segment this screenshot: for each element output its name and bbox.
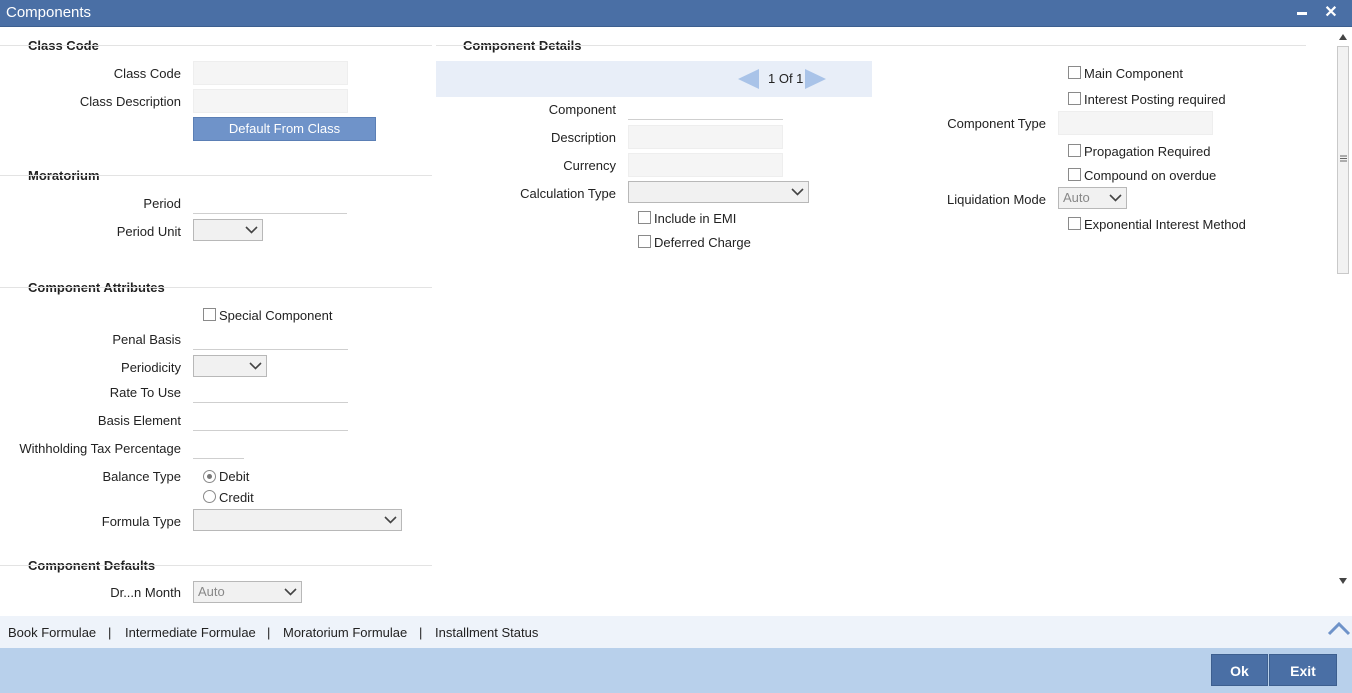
period-unit-select[interactable] (193, 219, 263, 241)
formula-links-bar: Book Formulae | Intermediate Formulae | … (0, 616, 1352, 648)
compound-on-overdue-label: Compound on overdue (1084, 168, 1217, 183)
debit-radio[interactable] (203, 470, 216, 483)
exponential-interest-label: Exponential Interest Method (1084, 217, 1246, 232)
divider (436, 45, 1306, 46)
chevron-down-icon (384, 511, 397, 529)
balance-type-label: Balance Type (102, 469, 181, 484)
period-input[interactable] (193, 192, 347, 214)
main-component-checkbox[interactable] (1068, 66, 1081, 79)
minimize-icon[interactable]: ▬ (1290, 0, 1314, 26)
link-separator: | (419, 625, 423, 640)
include-in-emi-label: Include in EMI (654, 211, 737, 226)
previous-icon[interactable] (738, 69, 760, 89)
component-label: Component (548, 102, 616, 117)
default-from-class-button[interactable]: Default From Class (193, 117, 376, 141)
divider (0, 45, 432, 46)
scrollbar-thumb[interactable] (1337, 46, 1349, 274)
divider (0, 175, 432, 176)
component-type-field[interactable] (1058, 111, 1213, 135)
periodicity-select[interactable] (193, 355, 267, 377)
interest-posting-label: Interest Posting required (1084, 92, 1226, 107)
chevron-down-icon (245, 221, 258, 239)
chevron-down-icon (249, 357, 262, 375)
grip-icon (1340, 155, 1347, 162)
next-icon[interactable] (804, 69, 826, 89)
exponential-interest-checkbox[interactable] (1068, 217, 1081, 230)
pager-text: 1 Of 1 (768, 71, 804, 86)
penal-basis-label: Penal Basis (112, 332, 181, 347)
deferred-charge-label: Deferred Charge (654, 235, 751, 250)
class-code-field[interactable] (193, 61, 348, 85)
currency-label: Currency (563, 158, 616, 173)
propagation-required-checkbox[interactable] (1068, 144, 1081, 157)
divider (0, 287, 432, 288)
divider (0, 565, 432, 566)
interest-posting-checkbox[interactable] (1068, 92, 1081, 105)
chevron-down-icon (791, 183, 804, 201)
rate-to-use-label: Rate To Use (109, 385, 181, 400)
propagation-required-label: Propagation Required (1084, 144, 1211, 159)
special-component-checkbox[interactable] (203, 308, 216, 321)
basis-element-input[interactable] (193, 409, 348, 431)
credit-radio[interactable] (203, 490, 216, 503)
defaults-partial-select[interactable]: Auto (193, 581, 302, 603)
liquidation-mode-label: Liquidation Mode (946, 192, 1046, 207)
formula-type-label: Formula Type (101, 514, 181, 529)
defaults-partial-label: Dr...n Month (110, 585, 181, 600)
description-label: Description (550, 130, 616, 145)
credit-label: Credit (219, 490, 254, 505)
formula-type-select[interactable] (193, 509, 402, 531)
scroll-up-icon[interactable] (1339, 34, 1347, 40)
book-formulae-link[interactable]: Book Formulae (8, 625, 96, 640)
window-titlebar: Components ▬ ✕ (0, 0, 1352, 27)
chevron-down-icon (1109, 189, 1122, 207)
form-content: Class Code Class Code Class Description … (0, 28, 1352, 616)
exit-button[interactable]: Exit (1269, 654, 1337, 686)
deferred-charge-checkbox[interactable] (638, 235, 651, 248)
main-component-label: Main Component (1084, 66, 1183, 81)
period-label: Period (143, 196, 181, 211)
withholding-tax-input[interactable] (193, 437, 244, 459)
include-in-emi-checkbox[interactable] (638, 211, 651, 224)
liquidation-mode-select[interactable]: Auto (1058, 187, 1127, 209)
moratorium-formulae-link[interactable]: Moratorium Formulae (283, 625, 407, 640)
withholding-tax-label: Withholding Tax Percentage (19, 441, 181, 456)
ok-button[interactable]: Ok (1211, 654, 1268, 686)
basis-element-label: Basis Element (97, 413, 181, 428)
window-title: Components (6, 4, 92, 21)
description-field[interactable] (628, 125, 783, 149)
link-separator: | (267, 625, 271, 640)
period-unit-label: Period Unit (116, 224, 181, 239)
rate-to-use-input[interactable] (193, 381, 348, 403)
debit-label: Debit (219, 469, 250, 484)
liquidation-mode-value: Auto (1063, 190, 1090, 205)
component-type-label: Component Type (947, 116, 1046, 131)
component-input[interactable] (628, 98, 783, 120)
currency-field[interactable] (628, 153, 783, 177)
class-code-label: Class Code (113, 66, 181, 81)
penal-basis-input[interactable] (193, 328, 348, 350)
footer-bar: Ok Exit (0, 648, 1352, 693)
class-description-field[interactable] (193, 89, 348, 113)
scroll-down-icon[interactable] (1339, 578, 1347, 584)
collapse-up-icon[interactable] (1327, 620, 1351, 636)
calculation-type-select[interactable] (628, 181, 809, 203)
link-separator: | (108, 625, 112, 640)
defaults-partial-value: Auto (198, 584, 225, 599)
special-component-label: Special Component (219, 308, 333, 323)
calculation-type-label: Calculation Type (520, 186, 616, 201)
intermediate-formulae-link[interactable]: Intermediate Formulae (125, 625, 256, 640)
chevron-down-icon (284, 583, 297, 601)
compound-on-overdue-checkbox[interactable] (1068, 168, 1081, 181)
installment-status-link[interactable]: Installment Status (435, 625, 538, 640)
vertical-scrollbar[interactable] (1335, 28, 1352, 588)
class-description-label: Class Description (79, 94, 181, 109)
close-icon[interactable]: ✕ (1319, 0, 1343, 26)
record-pager: 1 Of 1 (436, 61, 872, 97)
periodicity-label: Periodicity (121, 360, 181, 375)
